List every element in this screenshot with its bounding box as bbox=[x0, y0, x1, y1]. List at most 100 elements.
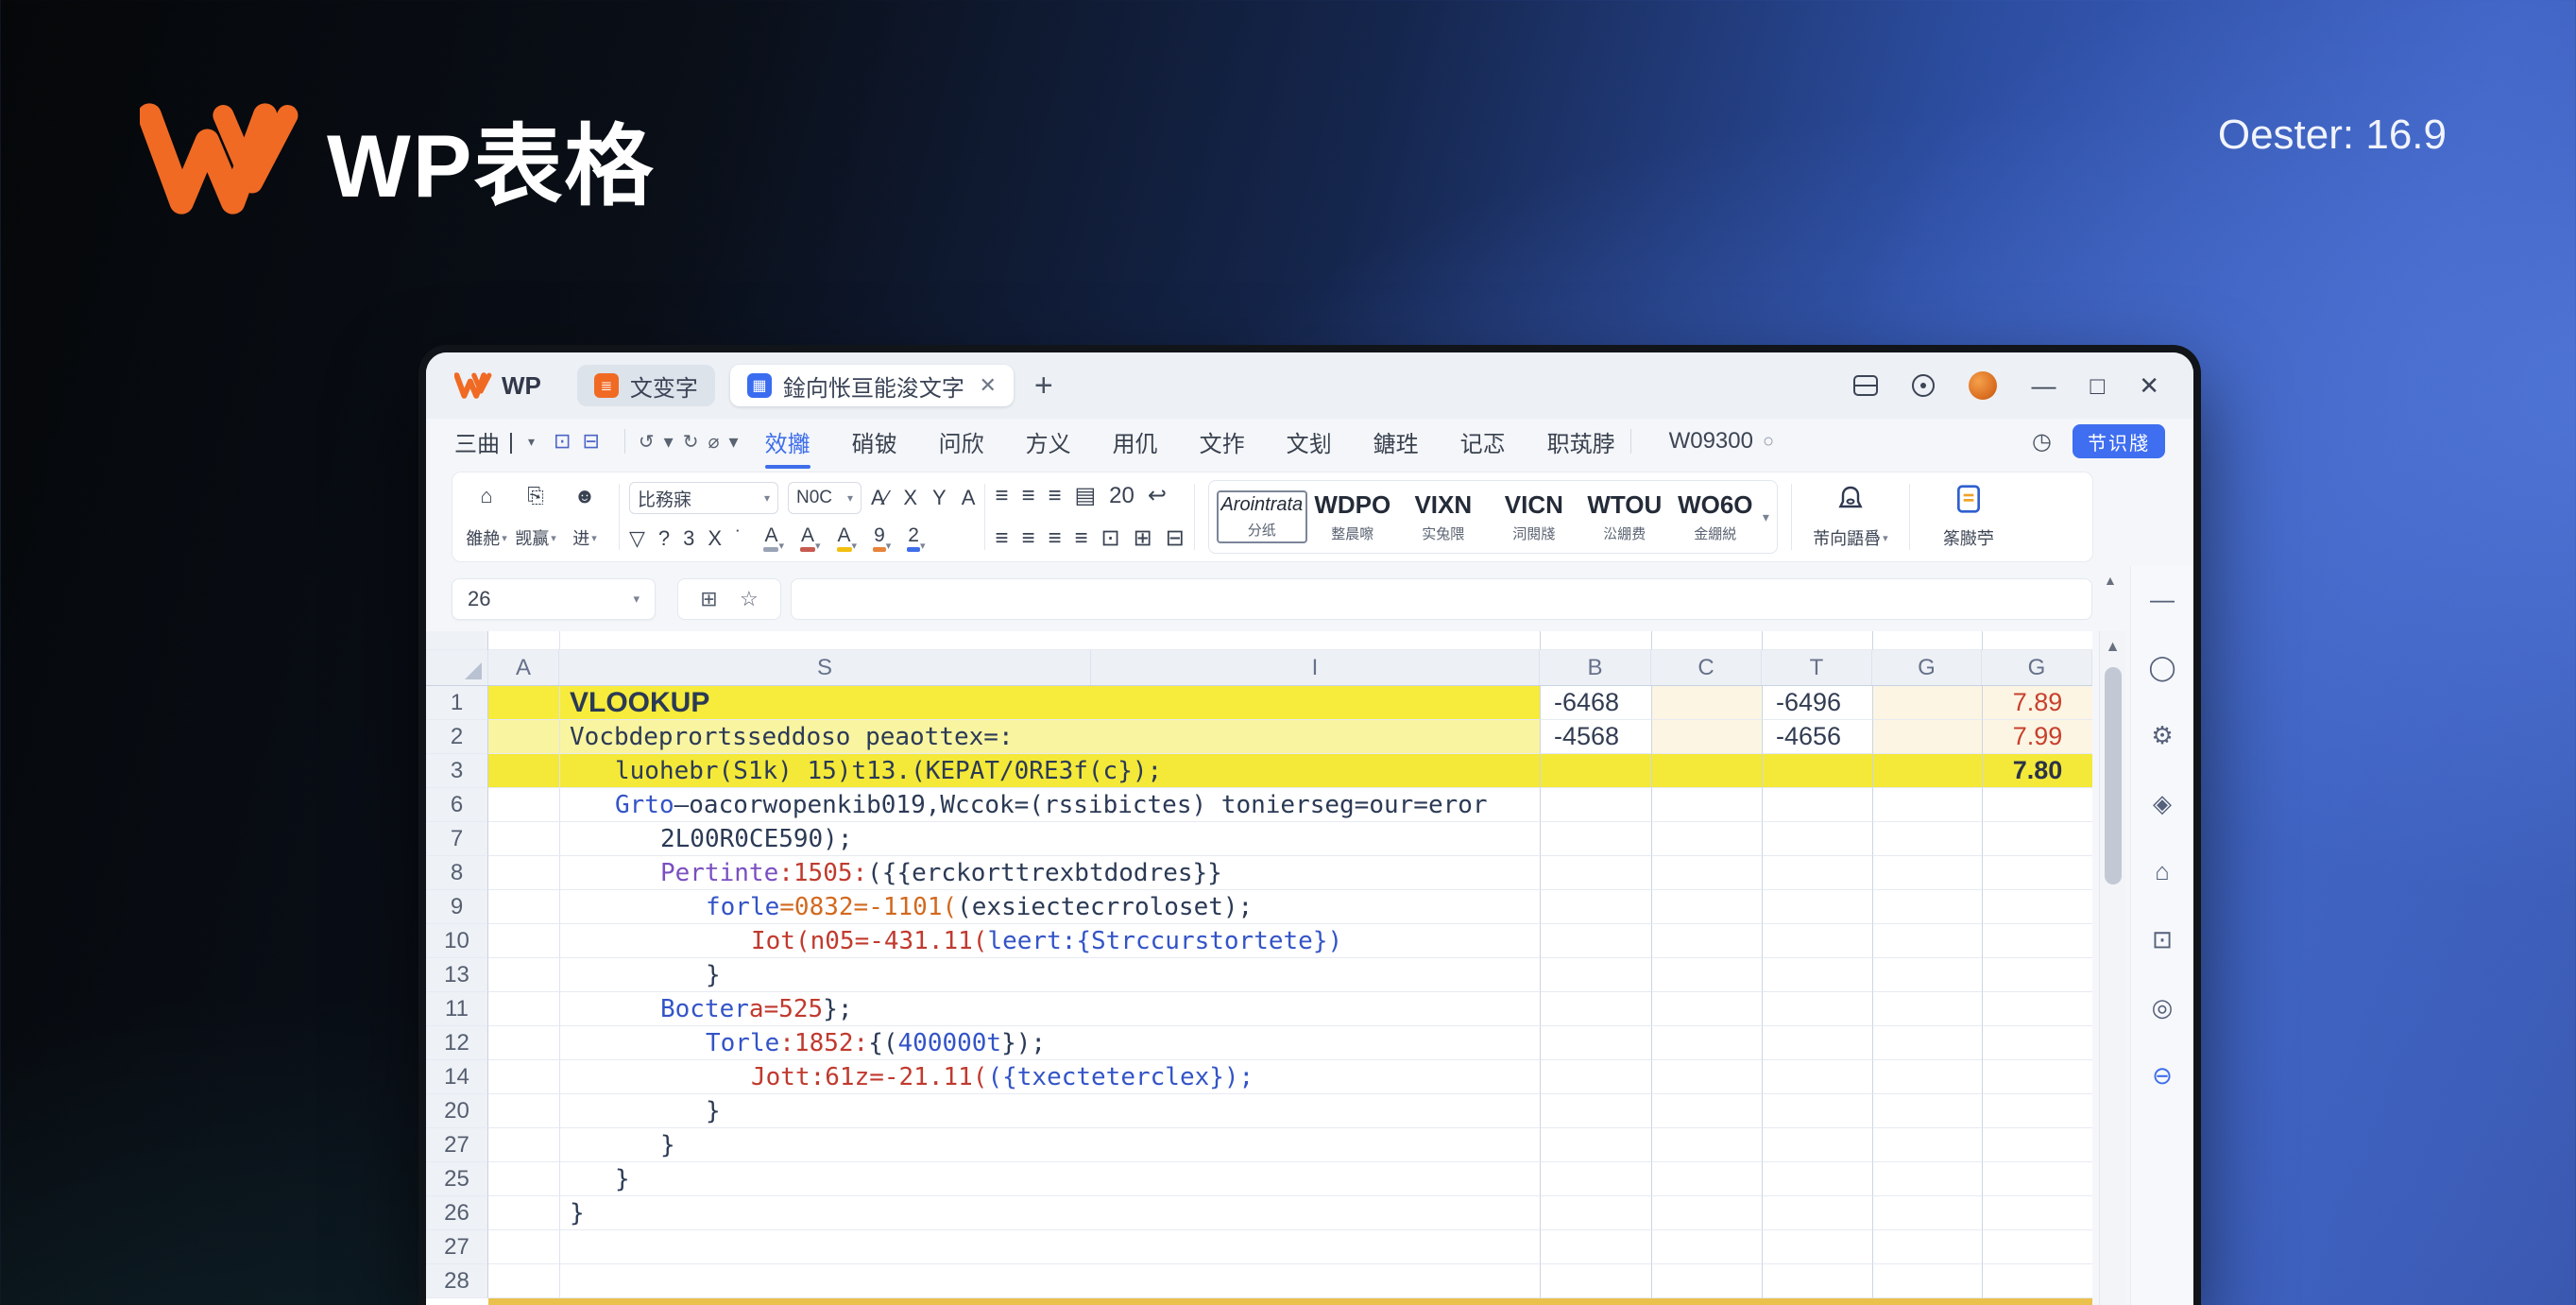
cell-style-item[interactable]: VICN泀閱牋 bbox=[1489, 490, 1579, 543]
cell[interactable] bbox=[1540, 788, 1651, 822]
undo-redo-icon[interactable]: ▾ bbox=[664, 430, 674, 454]
menu-item[interactable]: 记忑 bbox=[1459, 421, 1508, 462]
cell[interactable] bbox=[1540, 1094, 1651, 1128]
cell[interactable] bbox=[1872, 822, 1982, 856]
hide-pill-icon[interactable]: ⊖ bbox=[2152, 1063, 2173, 1088]
font-effect-icon[interactable]: ? bbox=[658, 526, 670, 551]
code-cell[interactable]: } bbox=[559, 1196, 1540, 1230]
cell[interactable] bbox=[1762, 1264, 1872, 1298]
close-button[interactable]: ✕ bbox=[2139, 373, 2159, 398]
split-layout-icon[interactable] bbox=[1853, 375, 1878, 396]
cell[interactable] bbox=[488, 958, 559, 992]
ai-assistant-button[interactable]: 芾向鼯噕 ▾ bbox=[1801, 480, 1900, 554]
pane-split-icon[interactable]: ▲ bbox=[2104, 573, 2117, 588]
cell[interactable] bbox=[1872, 992, 1982, 1026]
scrollbar-thumb[interactable] bbox=[2105, 667, 2122, 884]
align-icon[interactable]: ≡ bbox=[1048, 483, 1061, 509]
gallery-more-icon[interactable]: ▾ bbox=[1763, 509, 1769, 525]
cell[interactable] bbox=[1651, 822, 1762, 856]
cell[interactable] bbox=[488, 754, 559, 788]
cell[interactable] bbox=[1872, 1060, 1982, 1094]
cell[interactable] bbox=[1872, 856, 1982, 890]
cell[interactable] bbox=[1651, 720, 1762, 754]
quick-tool-icon[interactable]: ⊡ bbox=[554, 429, 571, 454]
cell[interactable]: -4656 bbox=[1762, 720, 1872, 754]
cell[interactable] bbox=[488, 686, 559, 720]
cell[interactable] bbox=[1540, 1128, 1651, 1162]
cell[interactable] bbox=[1982, 1094, 2092, 1128]
cell[interactable] bbox=[559, 631, 1540, 650]
backpack-icon[interactable]: ⌂ bbox=[2155, 859, 2170, 884]
code-cell[interactable]: luohebr(S1k) 15)t13.(KEPAT/0RE3f(c}); bbox=[559, 754, 1540, 788]
code-cell[interactable]: Pertinte:1505:({{erckorttrexbtdodres}} bbox=[559, 856, 1540, 890]
code-cell[interactable]: } bbox=[559, 1128, 1540, 1162]
column-header[interactable]: G bbox=[1982, 650, 2092, 685]
notes-button[interactable]: 筿臌苧 bbox=[1919, 480, 2018, 554]
avatar[interactable] bbox=[1969, 371, 1997, 400]
code-cell[interactable]: Torle:1852: {(400000t}); bbox=[559, 1026, 1540, 1060]
font-color-button[interactable]: 2▾ bbox=[908, 524, 925, 552]
undo-redo-icon[interactable]: ▾ bbox=[729, 430, 739, 454]
cell[interactable] bbox=[1651, 1128, 1762, 1162]
cell[interactable] bbox=[1872, 1128, 1982, 1162]
menu-item[interactable]: 硝铍 bbox=[850, 421, 899, 462]
cell[interactable] bbox=[1872, 1230, 1982, 1264]
cell[interactable] bbox=[1540, 924, 1651, 958]
cell[interactable] bbox=[1762, 1128, 1872, 1162]
insert-function-icon[interactable]: ⊞ bbox=[700, 587, 717, 611]
cell[interactable] bbox=[1651, 958, 1762, 992]
font-effect-icon[interactable]: 3 bbox=[683, 526, 694, 551]
comment-bubble-icon[interactable]: ◯ bbox=[2148, 655, 2175, 679]
menu-item[interactable]: 用仉 bbox=[1111, 421, 1160, 462]
cell[interactable] bbox=[1540, 1264, 1651, 1298]
cell[interactable] bbox=[488, 1128, 559, 1162]
cell[interactable] bbox=[1982, 1264, 2092, 1298]
cell[interactable] bbox=[1872, 1162, 1982, 1196]
cell[interactable] bbox=[1872, 1264, 1982, 1298]
cell[interactable] bbox=[1651, 924, 1762, 958]
align-icon[interactable]: ⊡ bbox=[1100, 524, 1119, 552]
menu-item[interactable]: 文拃 bbox=[1198, 421, 1247, 462]
maximize-button[interactable]: □ bbox=[2090, 373, 2105, 398]
cell[interactable] bbox=[1540, 890, 1651, 924]
menu-item[interactable]: 效攡 bbox=[763, 421, 812, 462]
cell[interactable]: 7.80 bbox=[1982, 754, 2092, 788]
cell[interactable] bbox=[488, 720, 559, 754]
cell[interactable] bbox=[1762, 754, 1872, 788]
row-header[interactable]: 3 bbox=[426, 754, 488, 788]
align-icon[interactable]: ▤ bbox=[1074, 482, 1096, 509]
cell[interactable] bbox=[1540, 754, 1651, 788]
cell[interactable] bbox=[488, 992, 559, 1026]
cell[interactable]: 7.99 bbox=[1982, 720, 2092, 754]
cell[interactable] bbox=[1872, 924, 1982, 958]
row-header[interactable]: 27 bbox=[426, 1230, 488, 1264]
cell[interactable] bbox=[1540, 1230, 1651, 1264]
font-style-icon[interactable]: A bbox=[962, 486, 976, 510]
row-header[interactable]: 20 bbox=[426, 1094, 488, 1128]
code-cell[interactable]: } bbox=[559, 958, 1540, 992]
cell-style-item[interactable]: VIXN实兔隈 bbox=[1398, 490, 1489, 543]
row-header[interactable]: 9 bbox=[426, 890, 488, 924]
row-header[interactable]: 13 bbox=[426, 958, 488, 992]
vertical-scrollbar[interactable]: ▲ bbox=[2099, 631, 2125, 1305]
font-name-select[interactable]: 比務寐 ▾ bbox=[629, 482, 778, 514]
cell[interactable] bbox=[1982, 822, 2092, 856]
cell[interactable] bbox=[1872, 1026, 1982, 1060]
cell[interactable] bbox=[1872, 754, 1982, 788]
cell[interactable] bbox=[1872, 958, 1982, 992]
align-icon[interactable]: ≡ bbox=[1074, 525, 1087, 552]
cell[interactable] bbox=[1982, 1128, 2092, 1162]
code-cell[interactable]: Jott:61z=-21.11(({txecteterclex}); bbox=[559, 1060, 1540, 1094]
cell-style-item[interactable]: WTOU㳂綳费 bbox=[1579, 490, 1670, 543]
home-button[interactable]: WP bbox=[454, 371, 541, 401]
document-id[interactable]: W09300 ○ bbox=[1669, 428, 1774, 455]
cell[interactable] bbox=[1762, 856, 1872, 890]
main-menu-button[interactable]: 三曲丨 ▾ bbox=[454, 425, 535, 458]
minimize-button[interactable]: — bbox=[2031, 373, 2056, 398]
cell[interactable] bbox=[1540, 992, 1651, 1026]
cell[interactable] bbox=[1982, 1196, 2092, 1230]
align-icon[interactable]: ≡ bbox=[995, 525, 1008, 552]
cell[interactable] bbox=[1540, 856, 1651, 890]
font-color-button[interactable]: A▾ bbox=[764, 524, 784, 552]
cell[interactable] bbox=[488, 631, 559, 650]
